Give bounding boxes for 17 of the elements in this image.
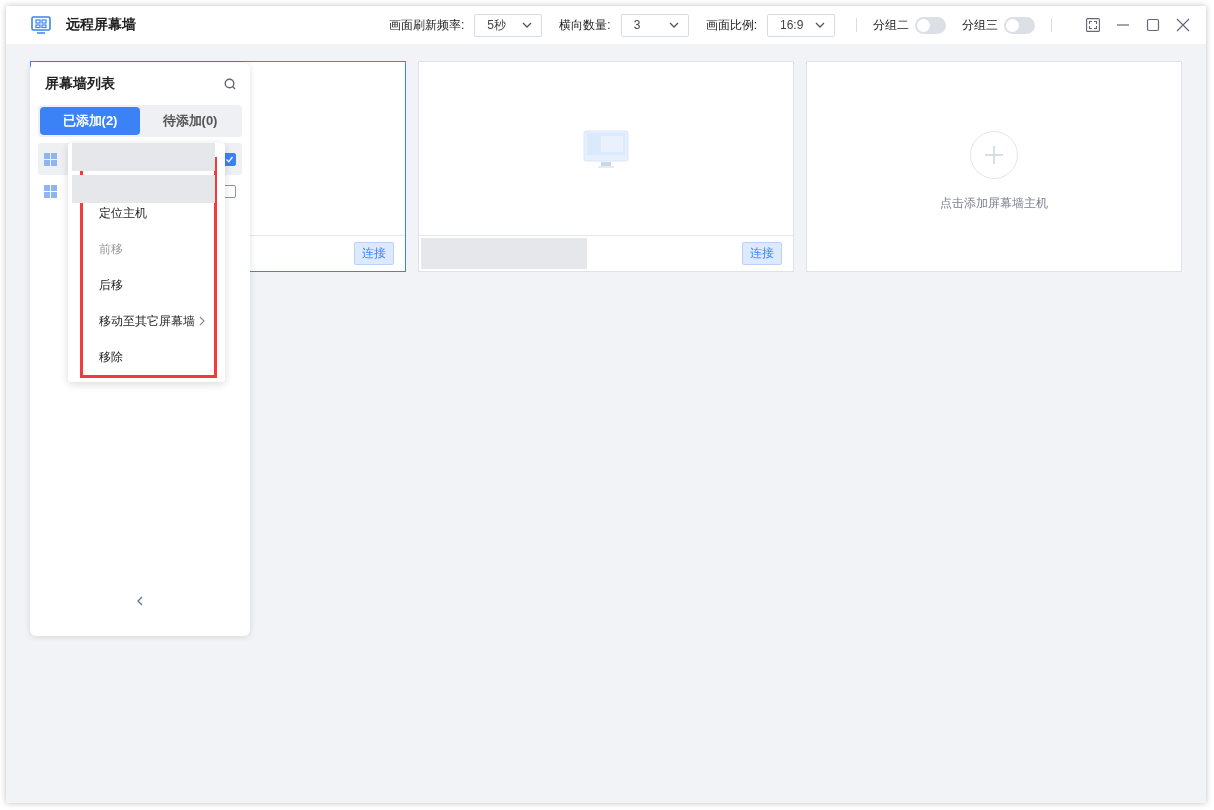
menu-item[interactable]: 移动至其它屏幕墙 xyxy=(83,303,214,339)
window-title: 远程屏幕墙 xyxy=(66,16,136,34)
dropdown[interactable]: 3 xyxy=(620,13,689,37)
select-label: 横向数量: xyxy=(559,16,611,34)
toggle-label: 分组二 xyxy=(873,16,909,34)
menu-item[interactable]: 后移 xyxy=(83,267,214,303)
dropdown[interactable]: 16:9 xyxy=(767,13,835,37)
select-label: 画面刷新频率: xyxy=(388,16,465,34)
dropdown[interactable]: 5秒 xyxy=(474,13,543,37)
menu-item[interactable]: 移除 xyxy=(83,339,214,375)
add-host-hint: 点击添加屏幕墙主机 xyxy=(940,195,1048,212)
toggle-label: 分组三 xyxy=(962,16,998,34)
panel-title: 屏幕墙列表 xyxy=(45,75,115,93)
select-label: 画面比例: xyxy=(705,16,757,34)
tab[interactable]: 待添加(0) xyxy=(140,107,240,135)
tab[interactable]: 已添加(2) xyxy=(40,107,140,135)
host-card[interactable]: 点击添加屏幕墙主机 xyxy=(806,61,1182,272)
